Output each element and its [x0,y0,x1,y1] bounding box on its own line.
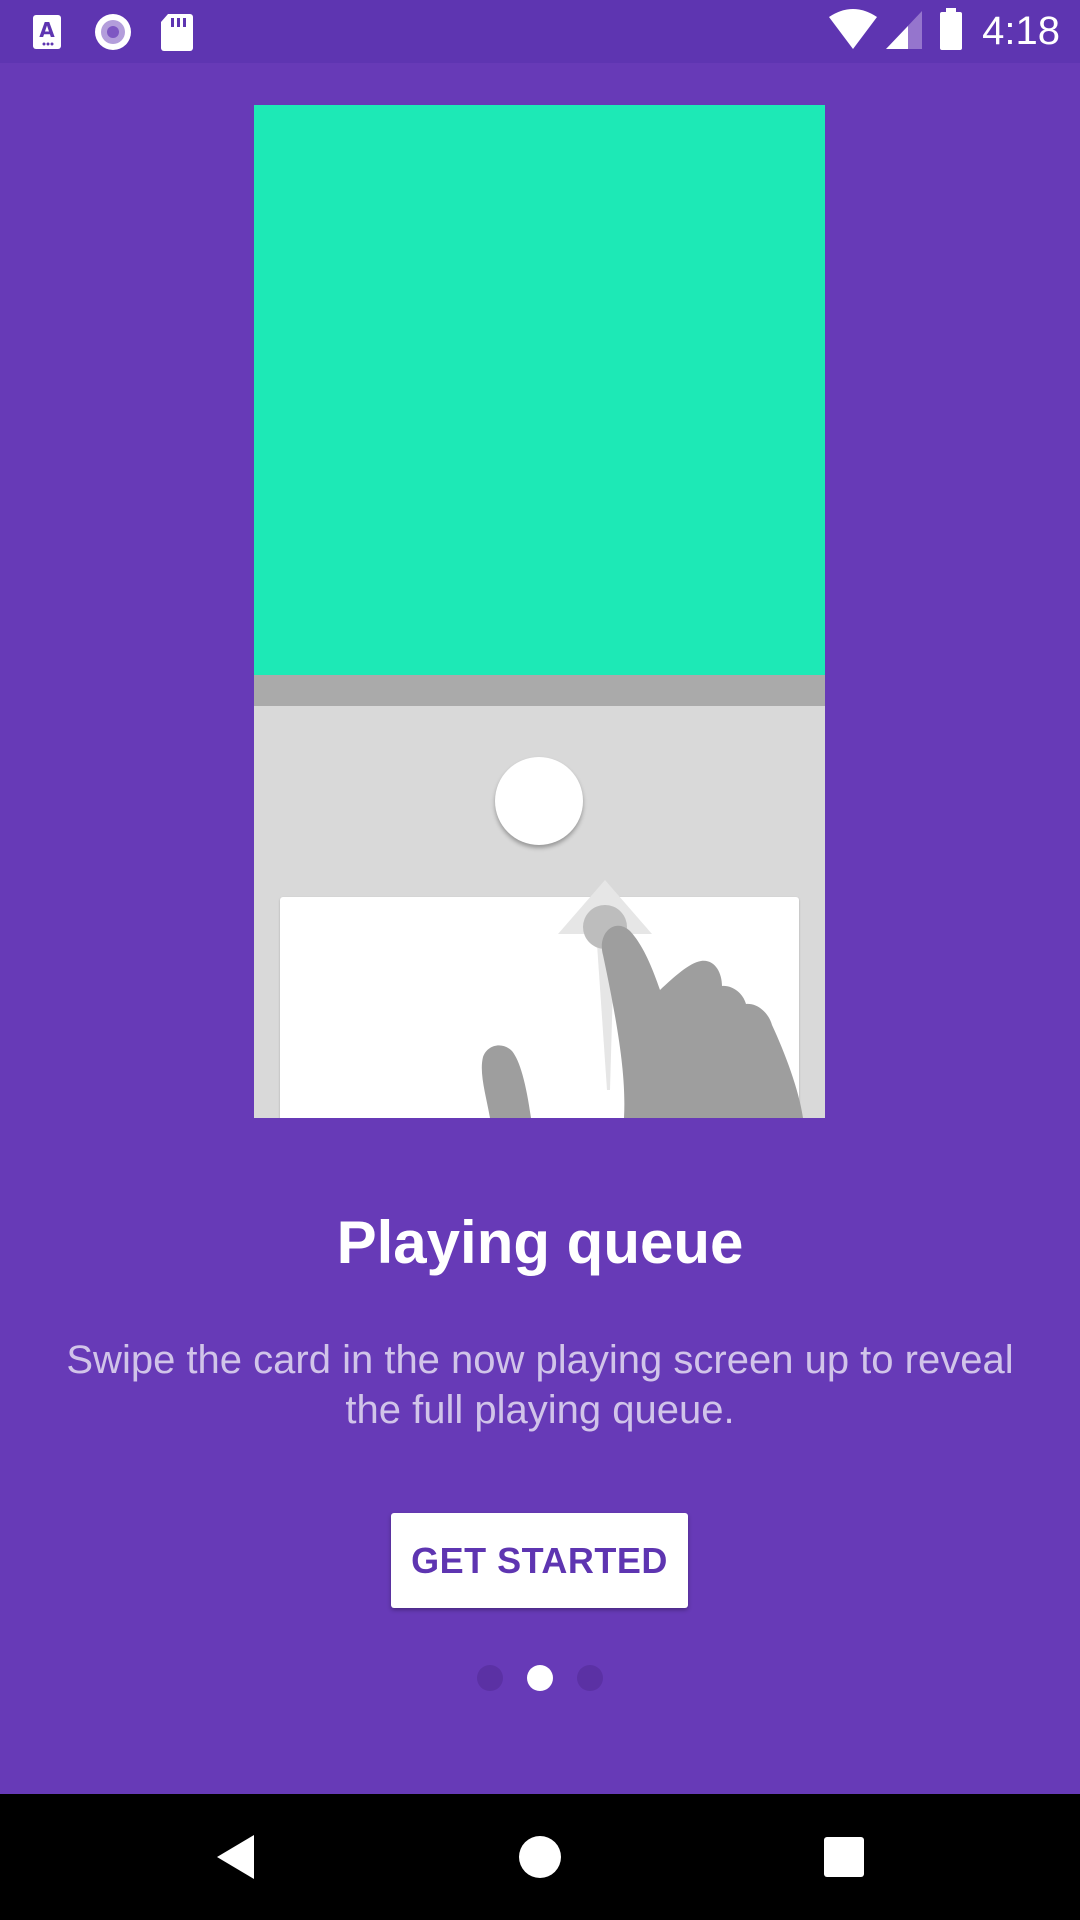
swipe-up-hand-icon [481,880,803,1118]
status-bar-notifications: A [30,12,219,52]
back-icon [217,1835,254,1879]
page-dot-2-active[interactable] [527,1665,553,1691]
signal-icon [884,7,924,56]
status-bar-system: 4:18 [828,7,1060,56]
font-a-icon: A [30,12,70,52]
get-started-button[interactable]: GET STARTED [391,1513,688,1608]
svg-text:A: A [39,18,55,42]
page-title: Playing queue [336,1209,744,1276]
page-dot-1[interactable] [476,1665,503,1691]
home-icon [519,1836,561,1878]
onboarding-illustration [254,105,825,1118]
wifi-icon [828,7,878,56]
back-button[interactable] [166,1794,306,1920]
clock: 4:18 [982,8,1060,53]
page-indicator [0,1665,1080,1693]
recents-button[interactable] [774,1794,914,1920]
sd-card-icon [156,12,196,52]
recents-icon [824,1837,864,1877]
page-description: Swipe the card in the now playing screen… [66,1338,1014,1432]
battery-icon [938,7,964,56]
page-dot-3[interactable] [577,1665,604,1691]
navigation-bar [0,1794,1080,1920]
status-bar: A 4:18 [0,0,1080,63]
home-button[interactable] [470,1794,610,1920]
media-circle-icon [93,12,133,52]
